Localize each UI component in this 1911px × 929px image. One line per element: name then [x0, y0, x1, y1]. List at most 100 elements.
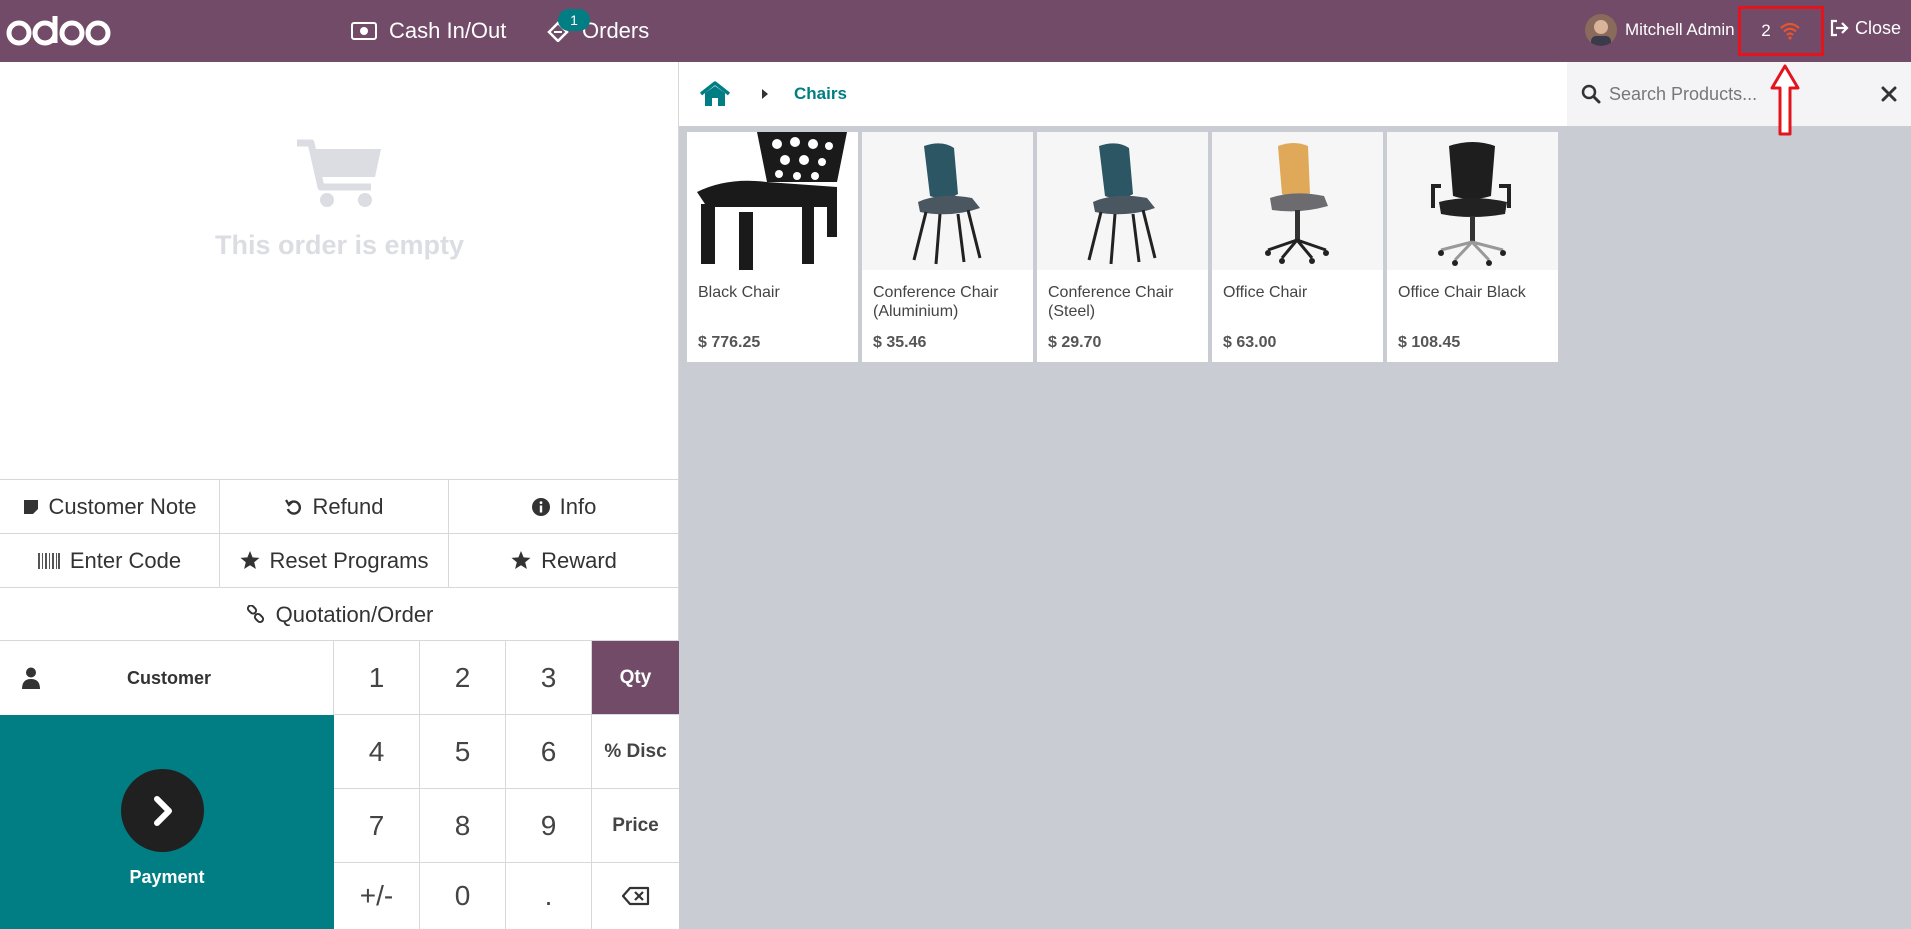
- orders-button[interactable]: Orders: [546, 0, 649, 62]
- user-menu[interactable]: Mitchell Admin: [1585, 10, 1735, 50]
- orders-count-badge: 1: [558, 9, 590, 31]
- top-bar: Cash In/Out Orders 1 Mitchell Admin 2 Cl…: [0, 0, 1911, 62]
- search-icon: [1581, 84, 1601, 104]
- office-chair-black-image: [1431, 142, 1511, 266]
- product-price: $ 108.45: [1398, 334, 1461, 351]
- wifi-icon: [1780, 22, 1800, 40]
- barcode-icon: [37, 552, 60, 569]
- product-card[interactable]: Conference Chair (Aluminium) $ 35.46: [862, 132, 1033, 362]
- info-button[interactable]: Info: [449, 480, 679, 533]
- customer-note-button[interactable]: Customer Note: [0, 480, 220, 533]
- sync-status[interactable]: 2: [1738, 6, 1824, 56]
- product-card[interactable]: Office Chair $ 63.00: [1212, 132, 1383, 362]
- link-icon: [246, 604, 264, 623]
- clear-search-icon[interactable]: [1881, 86, 1897, 102]
- empty-order: This order is empty: [0, 137, 679, 261]
- chevron-right-icon: [153, 795, 172, 826]
- user-icon: [22, 667, 40, 689]
- odoo-logo[interactable]: [5, 8, 111, 54]
- enter-code-button[interactable]: Enter Code: [0, 534, 220, 587]
- customer-button[interactable]: Customer: [0, 641, 334, 715]
- cash-in-out-button[interactable]: Cash In/Out: [351, 0, 506, 62]
- control-buttons: Customer Note Refund Info Enter Code Res…: [0, 479, 679, 641]
- conference-chair-image: [1087, 143, 1157, 265]
- sign-out-icon: [1830, 19, 1849, 37]
- product-card[interactable]: Office Chair Black $ 108.45: [1387, 132, 1558, 362]
- mode-qty-button[interactable]: Qty: [592, 641, 679, 715]
- product-name: Conference Chair (Steel): [1048, 284, 1174, 320]
- orders-label: Orders: [582, 18, 650, 43]
- close-button[interactable]: Close: [1829, 0, 1901, 56]
- reward-button[interactable]: Reward: [449, 534, 679, 587]
- product-image: [1037, 132, 1208, 270]
- reset-programs-label: Reset Programs: [269, 547, 429, 573]
- shopping-cart-icon: [296, 139, 381, 207]
- avatar: [1585, 14, 1617, 46]
- home-icon[interactable]: [699, 81, 731, 107]
- close-label: Close: [1855, 17, 1902, 38]
- numpad-key-6[interactable]: 6: [506, 715, 592, 789]
- numpad-key-8[interactable]: 8: [420, 789, 506, 863]
- caret-right-icon: [762, 89, 768, 99]
- order-pane: This order is empty Customer Note Refund: [0, 62, 679, 929]
- numpad-key-4[interactable]: 4: [334, 715, 420, 789]
- product-price: $ 29.70: [1048, 334, 1102, 351]
- product-name: Office Chair Black: [1398, 284, 1526, 301]
- numpad-key-0[interactable]: 0: [420, 863, 506, 929]
- star-icon: [511, 551, 531, 569]
- product-search: [1567, 62, 1911, 126]
- user-name: Mitchell Admin: [1625, 20, 1735, 39]
- reward-label: Reward: [541, 547, 617, 573]
- breadcrumb: Chairs: [679, 62, 1567, 126]
- product-price: $ 63.00: [1223, 334, 1277, 351]
- product-image: [687, 132, 858, 270]
- mode-discount-button[interactable]: % Disc: [592, 715, 679, 789]
- numpad-key-decimal[interactable]: .: [506, 863, 592, 929]
- numpad-key-9[interactable]: 9: [506, 789, 592, 863]
- product-name: Black Chair: [698, 284, 780, 301]
- mode-price-button[interactable]: Price: [592, 789, 679, 863]
- numpad-key-plus-minus[interactable]: +/-: [334, 863, 420, 929]
- customer-label: Customer: [126, 667, 211, 688]
- search-input[interactable]: [1609, 83, 1859, 105]
- user-avatar-icon: [1585, 14, 1617, 46]
- office-chair-image: [1265, 143, 1329, 264]
- product-name: Conference Chair (Aluminium): [873, 284, 999, 320]
- numpad-key-1[interactable]: 1: [334, 641, 420, 715]
- numpad-key-7[interactable]: 7: [334, 789, 420, 863]
- enter-code-label: Enter Code: [69, 547, 182, 573]
- breadcrumb-category[interactable]: Chairs: [794, 84, 847, 104]
- numpad-key-3[interactable]: 3: [506, 641, 592, 715]
- product-image: [1387, 132, 1558, 270]
- numpad-key-5[interactable]: 5: [420, 715, 506, 789]
- refund-button[interactable]: Refund: [220, 480, 449, 533]
- sync-count: 2: [1761, 21, 1771, 40]
- product-price: $ 35.46: [873, 334, 927, 351]
- product-name: Office Chair: [1223, 284, 1308, 301]
- quotation-order-label: Quotation/Order: [275, 601, 434, 627]
- numpad: 1 2 3 Qty 4 5 6 % Disc 7 8 9 Price +/- 0…: [334, 641, 679, 929]
- customer-note-label: Customer Note: [48, 493, 197, 519]
- payment-circle: [121, 769, 204, 852]
- conference-chair-image: [912, 143, 982, 265]
- product-image: [1212, 132, 1383, 270]
- quotation-order-button[interactable]: Quotation/Order: [0, 588, 679, 641]
- product-card[interactable]: Black Chair $ 776.25: [687, 132, 858, 362]
- backspace-icon: [621, 886, 649, 906]
- star-icon: [240, 551, 260, 569]
- product-pane: Chairs Search Products... Black Chair $ …: [679, 62, 1911, 929]
- product-image: [862, 132, 1033, 270]
- annotation-arrow-icon: [1770, 64, 1800, 136]
- sticky-note-icon: [23, 499, 38, 514]
- odoo-logo-icon: [6, 16, 111, 46]
- info-icon: [531, 497, 550, 516]
- backspace-button[interactable]: [592, 863, 679, 929]
- product-price: $ 776.25: [698, 334, 761, 351]
- numpad-key-2[interactable]: 2: [420, 641, 506, 715]
- product-list: Black Chair $ 776.25 Conference Chair (A…: [687, 132, 1562, 362]
- refund-label: Refund: [312, 493, 384, 519]
- product-card[interactable]: Conference Chair (Steel) $ 29.70: [1037, 132, 1208, 362]
- cash-in-out-label: Cash In/Out: [389, 18, 507, 43]
- payment-button[interactable]: Payment: [0, 715, 334, 929]
- reset-programs-button[interactable]: Reset Programs: [220, 534, 449, 587]
